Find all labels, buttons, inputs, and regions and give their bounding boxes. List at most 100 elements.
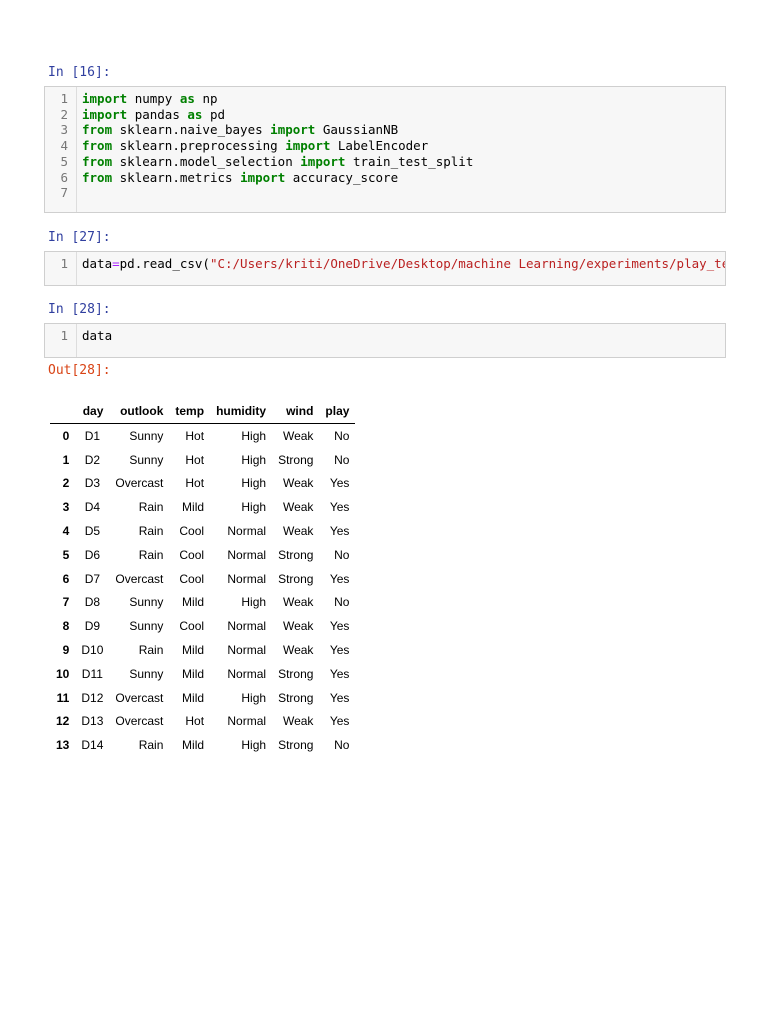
code-editor[interactable]: import numpy as np import pandas as pd fro… [77,87,725,212]
table-cell: Weak [282,524,314,539]
row-index: 1 [62,452,70,467]
table-cell: Yes [329,643,350,658]
table-cell: Yes [329,714,350,729]
table-cell: Normal [227,571,267,586]
code-line: import pandas as pd [82,107,725,123]
row-index: 8 [62,619,70,634]
table-cell: High [241,738,267,753]
table-cell: Sunny [129,452,164,467]
line-number: 4 [60,138,68,154]
code-cell-data[interactable]: 1 data [44,323,726,358]
table-cell: D12 [81,690,104,705]
table-row: 13 D14 Rain Mild High Strong No [50,733,355,757]
table-cell: Normal [227,643,267,658]
row-index: 12 [56,714,70,729]
code-token: pandas [134,106,180,122]
table-cell: High [241,428,267,443]
code-editor[interactable]: data=pd.read_csv("C:/Users/kriti/OneDriv… [77,252,725,285]
code-keyword: import [300,153,346,169]
table-cell: Overcast [115,690,164,705]
row-index: 0 [62,428,70,443]
table-row: 2 D3 Overcast Hot High Weak Yes [50,472,355,496]
code-token: sklearn.metrics [119,169,233,185]
table-cell: Normal [227,714,267,729]
code-keyword: from [82,122,113,138]
table-cell: Weak [282,619,314,634]
code-token: = [112,256,120,271]
table-cell: Yes [329,666,350,681]
line-number: 1 [60,91,68,106]
code-cell-read-csv[interactable]: 1 data=pd.read_csv("C:/Users/kriti/OneDr… [44,251,726,286]
column-header [50,399,76,424]
line-number: 1 [60,328,68,343]
line-number: 7 [60,185,68,201]
column-header: wind [272,399,320,424]
table-cell: D10 [81,643,104,658]
table-cell: Hot [185,428,205,443]
table-cell: Sunny [129,595,164,610]
table-cell: Mild [182,643,205,658]
table-row: 9 D10 Rain Mild Normal Weak Yes [50,638,355,662]
code-token: GaussianNB [322,122,399,138]
table-cell: Sunny [129,619,164,634]
code-keyword: as [179,91,195,106]
table-cell: Normal [227,547,267,562]
code-editor[interactable]: data [77,324,725,357]
row-index: 10 [56,666,70,681]
column-header: play [319,399,356,424]
table-row: 1 D2 Sunny Hot High Strong No [50,448,355,472]
table-cell: Cool [179,547,205,562]
code-token: sklearn.model_selection [119,153,293,169]
cell-prompt: In [16]: [48,65,111,80]
table-cell: Weak [282,595,314,610]
table-cell: Sunny [129,666,164,681]
table-cell: Strong [278,452,314,467]
line-number: 2 [60,106,68,122]
table-cell: Yes [329,619,350,634]
table-cell: Weak [282,714,314,729]
code-keyword: import [240,169,286,185]
column-header: day [75,399,110,424]
code-keyword: import [285,138,331,154]
line-number: 6 [60,169,68,185]
dataframe-table: day outlook temp humidity wind play 0 D1 Sunny H… [50,399,356,757]
table-cell: Strong [278,690,314,705]
table-cell: Rain [138,738,164,753]
output-prompt: Out[28]: [48,363,111,378]
row-index: 13 [56,738,70,753]
row-index: 5 [62,547,70,562]
table-cell: High [241,452,267,467]
table-cell: No [334,452,350,467]
code-token: LabelEncoder [337,138,429,154]
row-index: 9 [62,643,70,658]
table-cell: Strong [278,547,314,562]
code-token: sklearn.naive_bayes [119,122,263,138]
table-cell: Yes [329,690,350,705]
table-cell: Weak [282,643,314,658]
code-line: from sklearn.metrics import accuracy_sco… [82,170,725,186]
table-cell: D6 [84,547,101,562]
table-row: 12 D13 Overcast Hot Normal Weak Yes [50,710,355,734]
column-header: outlook [109,399,170,424]
table-cell: Yes [329,500,350,515]
table-cell: Rain [138,643,164,658]
table-cell: Normal [227,666,267,681]
table-cell: D2 [84,452,101,467]
code-token: pd.read_csv( [119,256,210,271]
table-cell: Cool [179,571,205,586]
code-line: from sklearn.model_selection import trai… [82,154,725,170]
table-cell: Strong [278,571,314,586]
table-cell: Overcast [115,571,164,586]
code-keyword: from [82,153,113,169]
table-cell: D13 [81,714,104,729]
code-line: from sklearn.naive_bayes import Gaussian… [82,122,725,138]
table-cell: Yes [329,476,350,491]
table-cell: Yes [329,571,350,586]
table-cell: D8 [84,595,101,610]
table-cell: High [241,500,267,515]
code-cell-imports[interactable]: 1234567 import numpy as np import pandas … [44,86,726,213]
table-cell: No [334,428,350,443]
table-cell: Rain [138,547,164,562]
line-numbers: 1 [45,252,77,285]
line-numbers: 1 [45,324,77,357]
